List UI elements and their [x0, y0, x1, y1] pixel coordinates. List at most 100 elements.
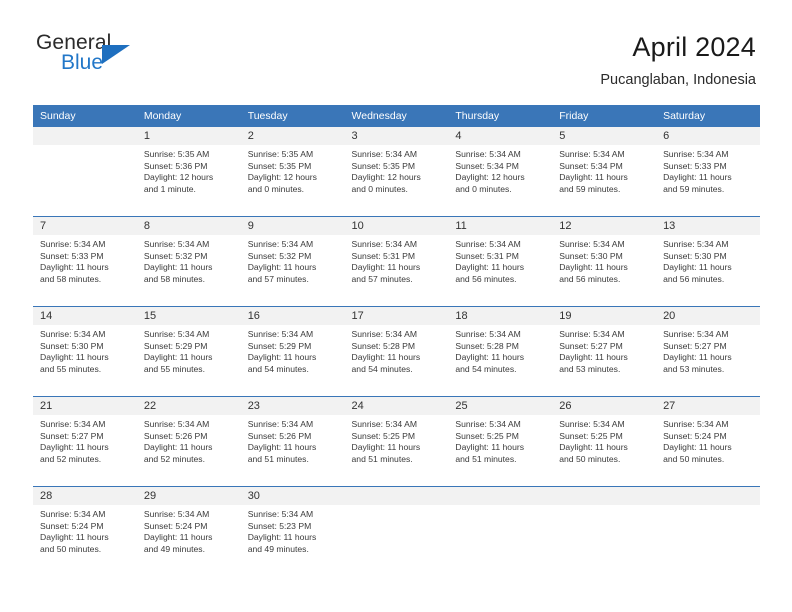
daylight-text-line1: Daylight: 11 hours: [143, 262, 213, 273]
calendar-cell-day[interactable]: 20 Sunrise: 5:34 AM Sunset: 5:27 PM Dayligh…: [656, 307, 760, 396]
daylight-text-line2: and 58 minutes.: [40, 273, 102, 284]
sunrise-text: Sunrise: 5:34 AM: [247, 329, 314, 339]
sunrise-text: Sunrise: 5:34 AM: [40, 509, 106, 519]
day-number: 18: [448, 307, 553, 325]
daylight-text-line1: Daylight: 11 hours: [663, 442, 732, 453]
sunrise-text: Sunrise: 5:34 AM: [351, 149, 417, 159]
calendar-cell-day[interactable]: 13 Sunrise: 5:34 AM Sunset: 5:30 PM Dayligh…: [656, 217, 760, 306]
calendar-cell-day[interactable]: 6 Sunrise: 5:34 AM Sunset: 5:33 PM Daylight…: [656, 127, 760, 216]
sunrise-text: Sunrise: 5:34 AM: [247, 239, 314, 249]
calendar-cell-day[interactable]: 29 Sunrise: 5:34 AM Sunset: 5:24 PM Dayligh…: [136, 487, 241, 576]
day-number: 2: [240, 127, 345, 145]
calendar-cell-day[interactable]: 1 Sunrise: 5:35 AM Sunset: 5:36 PM Daylight…: [136, 127, 241, 216]
sunrise-text: Sunrise: 5:34 AM: [351, 239, 417, 249]
daylight-text-line1: Daylight: 11 hours: [559, 442, 628, 453]
daylight-text-line1: Daylight: 11 hours: [247, 442, 317, 453]
calendar-cell-day[interactable]: 18 Sunrise: 5:34 AM Sunset: 5:28 PM Dayligh…: [448, 307, 553, 396]
day-details: Sunrise: 5:34 AM Sunset: 5:28 PM Daylight:…: [448, 325, 552, 375]
page-header: General Blue April 2024 Pucanglaban, Ind…: [0, 0, 792, 89]
sunrise-text: Sunrise: 5:34 AM: [455, 149, 521, 159]
calendar-grid: Sunday Monday Tuesday Wednesday Thursday…: [33, 105, 760, 576]
sunrise-text: Sunrise: 5:34 AM: [663, 419, 729, 429]
day-number: 25: [448, 397, 553, 415]
calendar-cell-day[interactable]: 9 Sunrise: 5:34 AM Sunset: 5:32 PM Daylight…: [240, 217, 345, 306]
weekday-header-sunday: Sunday: [33, 105, 137, 127]
calendar-cell-day[interactable]: 10 Sunrise: 5:34 AM Sunset: 5:31 PM Dayligh…: [344, 217, 449, 306]
triangle-icon: [102, 45, 130, 64]
calendar-cell-day[interactable]: 15 Sunrise: 5:34 AM Sunset: 5:29 PM Dayligh…: [136, 307, 241, 396]
day-number: 9: [240, 217, 345, 235]
calendar-cell-day[interactable]: 19 Sunrise: 5:34 AM Sunset: 5:27 PM Dayligh…: [552, 307, 657, 396]
sunset-text: Sunset: 5:25 PM: [559, 430, 623, 441]
calendar-cell-day[interactable]: 21 Sunrise: 5:34 AM Sunset: 5:27 PM Dayligh…: [33, 397, 137, 486]
daylight-text-line2: and 59 minutes.: [663, 183, 725, 194]
day-details: Sunrise: 5:34 AM Sunset: 5:31 PM Daylight:…: [448, 235, 552, 285]
calendar-cell-day[interactable]: 28 Sunrise: 5:34 AM Sunset: 5:24 PM Dayligh…: [33, 487, 137, 576]
daylight-text-line2: and 51 minutes.: [247, 453, 309, 464]
daylight-text-line1: Daylight: 11 hours: [559, 172, 628, 183]
day-number: 6: [656, 127, 760, 145]
daylight-text-line2: and 57 minutes.: [247, 273, 309, 284]
sunrise-text: Sunrise: 5:34 AM: [143, 329, 210, 339]
day-number: 22: [136, 397, 241, 415]
sunset-text: Sunset: 5:24 PM: [40, 520, 104, 531]
calendar-cell-day[interactable]: 25 Sunrise: 5:34 AM Sunset: 5:25 PM Dayligh…: [448, 397, 553, 486]
calendar-cell-day[interactable]: 26 Sunrise: 5:34 AM Sunset: 5:25 PM Dayligh…: [552, 397, 657, 486]
calendar-week-row: 1 Sunrise: 5:35 AM Sunset: 5:36 PM Daylight…: [33, 127, 760, 216]
daylight-text-line2: and 1 minute.: [143, 183, 196, 194]
calendar-cell-day[interactable]: 5 Sunrise: 5:34 AM Sunset: 5:34 PM Daylight…: [552, 127, 657, 216]
general-blue-logo[interactable]: General Blue: [36, 32, 146, 80]
day-number: 20: [656, 307, 760, 325]
calendar-cell-day[interactable]: 23 Sunrise: 5:34 AM Sunset: 5:26 PM Dayligh…: [240, 397, 345, 486]
daylight-text-line2: and 0 minutes.: [247, 183, 305, 194]
sunset-text: Sunset: 5:24 PM: [663, 430, 727, 441]
day-number: 27: [656, 397, 760, 415]
calendar-cell-day[interactable]: 27 Sunrise: 5:34 AM Sunset: 5:24 PM Dayligh…: [656, 397, 760, 486]
calendar-cell-day[interactable]: 3 Sunrise: 5:34 AM Sunset: 5:35 PM Daylight…: [344, 127, 449, 216]
day-details: Sunrise: 5:34 AM Sunset: 5:28 PM Daylight:…: [345, 325, 449, 375]
day-number: 8: [136, 217, 241, 235]
calendar-cell-day[interactable]: 22 Sunrise: 5:34 AM Sunset: 5:26 PM Dayligh…: [136, 397, 241, 486]
calendar-cell-day[interactable]: 11 Sunrise: 5:34 AM Sunset: 5:31 PM Dayligh…: [448, 217, 553, 306]
daylight-text-line1: Daylight: 11 hours: [663, 172, 732, 183]
day-number: 10: [344, 217, 449, 235]
day-details: Sunrise: 5:34 AM Sunset: 5:34 PM Daylight:…: [448, 145, 552, 195]
sunset-text: Sunset: 5:33 PM: [663, 160, 727, 171]
daylight-text-line2: and 50 minutes.: [559, 453, 621, 464]
day-details: Sunrise: 5:34 AM Sunset: 5:35 PM Daylight:…: [345, 145, 449, 195]
calendar-cell-day[interactable]: 4 Sunrise: 5:34 AM Sunset: 5:34 PM Daylight…: [448, 127, 553, 216]
calendar-cell-empty: [448, 487, 553, 576]
calendar-cell-day[interactable]: 24 Sunrise: 5:34 AM Sunset: 5:25 PM Dayligh…: [344, 397, 449, 486]
sunset-text: Sunset: 5:23 PM: [247, 520, 312, 531]
sunset-text: Sunset: 5:35 PM: [351, 160, 416, 171]
daylight-text-line1: Daylight: 11 hours: [40, 532, 109, 543]
sunrise-text: Sunrise: 5:34 AM: [143, 419, 210, 429]
calendar-cell-day[interactable]: 17 Sunrise: 5:34 AM Sunset: 5:28 PM Dayligh…: [344, 307, 449, 396]
day-number: 7: [33, 217, 137, 235]
calendar-cell-day[interactable]: 30 Sunrise: 5:34 AM Sunset: 5:23 PM Dayligh…: [240, 487, 345, 576]
daylight-text-line2: and 52 minutes.: [40, 453, 102, 464]
calendar-cell-day[interactable]: 8 Sunrise: 5:34 AM Sunset: 5:32 PM Daylight…: [136, 217, 241, 306]
day-details: Sunrise: 5:34 AM Sunset: 5:33 PM Daylight:…: [656, 145, 760, 195]
daylight-text-line1: Daylight: 12 hours: [351, 172, 421, 183]
day-details: Sunrise: 5:34 AM Sunset: 5:27 PM Daylight:…: [552, 325, 656, 375]
calendar-cell-day[interactable]: 7 Sunrise: 5:34 AM Sunset: 5:33 PM Daylight…: [33, 217, 137, 306]
calendar-cell-day[interactable]: 14 Sunrise: 5:34 AM Sunset: 5:30 PM Dayligh…: [33, 307, 137, 396]
daylight-text-line1: Daylight: 11 hours: [455, 352, 525, 363]
calendar-cell-day[interactable]: 12 Sunrise: 5:34 AM Sunset: 5:30 PM Dayligh…: [552, 217, 657, 306]
sunset-text: Sunset: 5:31 PM: [455, 250, 519, 261]
calendar-cell-day[interactable]: 2 Sunrise: 5:35 AM Sunset: 5:35 PM Daylight…: [240, 127, 345, 216]
day-number: 11: [448, 217, 553, 235]
weekday-header-monday: Monday: [136, 105, 241, 127]
sunset-text: Sunset: 5:26 PM: [247, 430, 312, 441]
calendar-body: 1 Sunrise: 5:35 AM Sunset: 5:36 PM Daylight…: [33, 127, 760, 576]
sunset-text: Sunset: 5:27 PM: [559, 340, 623, 351]
sunset-text: Sunset: 5:34 PM: [455, 160, 519, 171]
calendar-cell-day[interactable]: 16 Sunrise: 5:34 AM Sunset: 5:29 PM Dayligh…: [240, 307, 345, 396]
day-number: 30: [240, 487, 345, 505]
sunrise-text: Sunrise: 5:34 AM: [247, 509, 314, 519]
sunrise-text: Sunrise: 5:35 AM: [247, 149, 314, 159]
daylight-text-line2: and 55 minutes.: [40, 363, 102, 374]
daylight-text-line1: Daylight: 11 hours: [40, 262, 109, 273]
calendar-cell-empty: [552, 487, 657, 576]
